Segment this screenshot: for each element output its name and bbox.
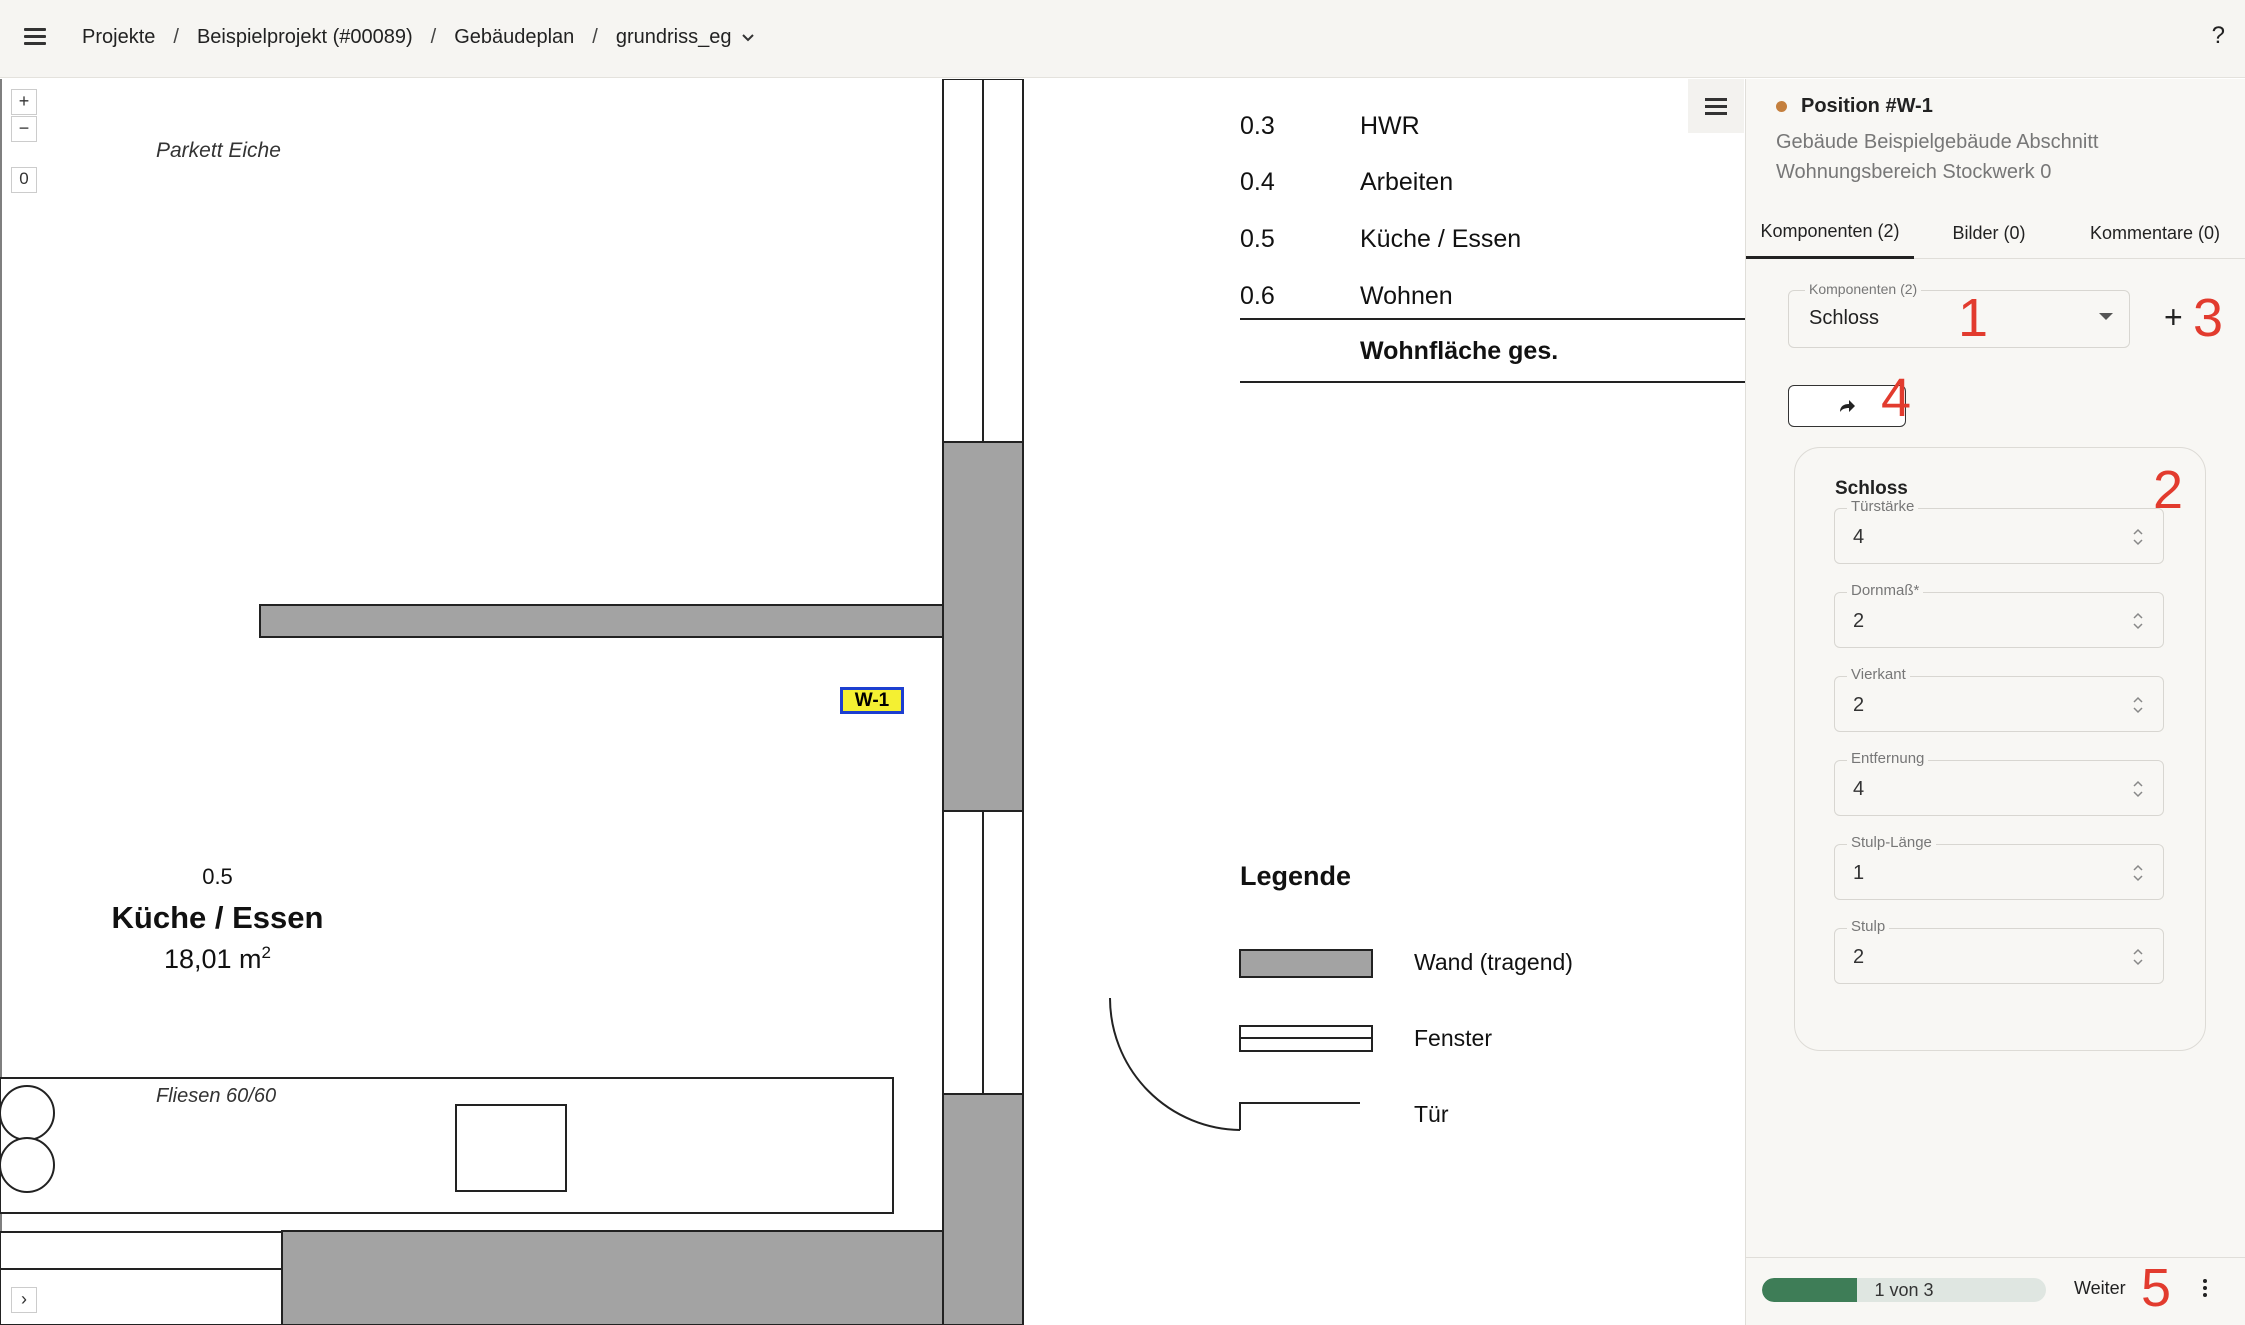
more-options-icon[interactable] <box>2196 1273 2214 1303</box>
plan-options-menu-icon[interactable] <box>1688 79 1744 133</box>
help-button[interactable]: ? <box>2212 22 2225 50</box>
field-label: Stulp <box>1847 918 1890 935</box>
room-table-name: Arbeiten <box>1360 168 1454 196</box>
room-area-value: 18,01 m <box>163 944 262 974</box>
sink <box>455 1104 567 1192</box>
field-stulp-laenge[interactable]: Stulp-Länge 1 <box>1834 834 2164 900</box>
tab-bilder[interactable]: Bilder (0) <box>1914 207 2064 259</box>
position-marker[interactable]: W-1 <box>840 687 904 714</box>
field-value: 2 <box>1853 610 1865 632</box>
floor-material-label: Parkett Eiche <box>156 139 281 162</box>
stepper-icon[interactable] <box>2131 945 2145 969</box>
field-value: 4 <box>1853 526 1865 548</box>
component-title: Schloss <box>1835 478 1908 499</box>
stove-burner <box>0 1085 55 1141</box>
floor-material-label: Fliesen 60/60 <box>156 1085 277 1107</box>
field-label: Vierkant <box>1847 666 1910 683</box>
field-tuerstaerke[interactable]: Türstärke 4 <box>1834 498 2164 564</box>
status-dot <box>1776 101 1787 112</box>
breadcrumb-projekte[interactable]: Projekte <box>82 26 155 49</box>
field-label: Stulp-Länge <box>1847 834 1936 851</box>
caret-down-icon <box>2099 313 2113 320</box>
breadcrumb-plan-file[interactable]: grundriss_eg <box>616 26 732 49</box>
breadcrumb-separator: / <box>430 26 437 48</box>
room-table-number: 0.4 <box>1240 168 1275 196</box>
share-arrow-icon <box>1840 400 1855 412</box>
add-component-button[interactable]: + <box>2164 299 2183 335</box>
zoom-out-button[interactable]: − <box>11 116 37 142</box>
component-select-value: Schloss <box>1809 307 1880 329</box>
legend-item: Fenster <box>1414 1025 1492 1051</box>
field-entfernung[interactable]: Entfernung 4 <box>1834 750 2164 816</box>
field-vierkant[interactable]: Vierkant 2 <box>1834 666 2164 732</box>
top-bar: Projekte / Beispielprojekt (#00089) / Ge… <box>0 0 2245 78</box>
load-bearing-wall <box>259 604 944 638</box>
legend-item: Wand (tragend) <box>1414 949 1573 975</box>
position-detail-panel: Position #W-1 Gebäude Beispielgebäude Ab… <box>1745 79 2245 1325</box>
annotation-number: 4 <box>1881 368 1912 428</box>
stepper-icon[interactable] <box>2131 861 2145 885</box>
tab-komponenten[interactable]: Komponenten (2) <box>1746 207 1914 259</box>
legend-door-arc <box>1109 997 1241 1131</box>
field-dornmass[interactable]: Dornmaß* 2 <box>1834 582 2164 648</box>
hamburger-menu-icon[interactable] <box>20 22 50 52</box>
annotation-number: 2 <box>2153 460 2184 520</box>
field-value: 1 <box>1853 862 1865 884</box>
annotation-number: 5 <box>2141 1258 2172 1318</box>
field-value: 2 <box>1853 946 1865 968</box>
room-number: 0.5 <box>202 864 233 889</box>
breadcrumb-separator: / <box>592 26 598 48</box>
tab-kommentare[interactable]: Kommentare (0) <box>2064 207 2245 259</box>
chevron-down-icon[interactable] <box>741 33 755 43</box>
expand-panel-button[interactable]: › <box>11 1287 37 1313</box>
kitchen-counter <box>0 1077 894 1214</box>
stepper-icon[interactable] <box>2131 693 2145 717</box>
progress-bar: 1 von 3 <box>1762 1278 2046 1302</box>
stepper-icon[interactable] <box>2131 609 2145 633</box>
zoom-in-button[interactable]: + <box>11 89 37 115</box>
room-table-number: 0.3 <box>1240 112 1275 140</box>
legend-wall-swatch <box>1239 949 1373 978</box>
breadcrumb-project[interactable]: Beispielprojekt (#00089) <box>197 26 413 49</box>
room-area: 18,01 m2 <box>0 943 435 975</box>
load-bearing-wall <box>942 1093 1024 1325</box>
field-label: Dornmaß* <box>1847 582 1924 599</box>
field-stulp[interactable]: Stulp 2 <box>1834 918 2164 984</box>
room-name: Küche / Essen <box>111 900 324 935</box>
stove-burner <box>0 1137 55 1193</box>
field-value: 2 <box>1853 694 1865 716</box>
breadcrumb: Projekte / Beispielprojekt (#00089) / Ge… <box>82 26 755 49</box>
room-table-name: HWR <box>1360 112 1420 140</box>
annotation-number: 1 <box>1958 288 1989 348</box>
breadcrumb-building-plan[interactable]: Gebäudeplan <box>454 26 574 49</box>
stepper-icon[interactable] <box>2131 525 2145 549</box>
component-card: Schloss Türstärke 4 Dornmaß* 2 Vierkant … <box>1794 447 2206 1051</box>
load-bearing-wall <box>281 1230 944 1325</box>
room-table-name: Wohnen <box>1360 282 1453 310</box>
next-button[interactable]: Weiter <box>2074 1278 2126 1299</box>
room-table-total: Wohnfläche ges. <box>1360 337 1559 365</box>
position-location: Gebäude Beispielgebäude Abschnitt Wohnun… <box>1776 131 2099 183</box>
field-label: Türstärke <box>1847 498 1919 515</box>
progress-text: 1 von 3 <box>1874 1280 1934 1300</box>
position-title: Position #W-1 <box>1801 95 1933 117</box>
load-bearing-wall <box>942 441 1024 812</box>
legend-title: Legende <box>1240 861 1352 891</box>
room-table-number: 0.6 <box>1240 282 1275 310</box>
room-table-number: 0.5 <box>1240 225 1275 253</box>
stepper-icon[interactable] <box>2131 777 2145 801</box>
field-value: 4 <box>1853 778 1865 800</box>
component-select-label: Komponenten (2) <box>1805 281 1922 297</box>
rotation-button[interactable]: 0 <box>11 167 37 193</box>
floor-plan-viewer[interactable]: + − 0 › Parkett Eiche Fliesen 60/60 0.5 … <box>0 79 1745 1325</box>
room-table-name: Küche / Essen <box>1360 225 1522 253</box>
breadcrumb-separator: / <box>173 26 179 48</box>
position-header: Position #W-1 <box>1776 95 1933 118</box>
panel-tabs: Komponenten (2) Bilder (0) Kommentare (0… <box>1746 207 2245 259</box>
legend-item: Tür <box>1414 1101 1449 1127</box>
field-label: Entfernung <box>1847 750 1929 767</box>
annotation-number: 3 <box>2193 288 2224 348</box>
room-area-unit-exponent: 2 <box>261 943 272 962</box>
